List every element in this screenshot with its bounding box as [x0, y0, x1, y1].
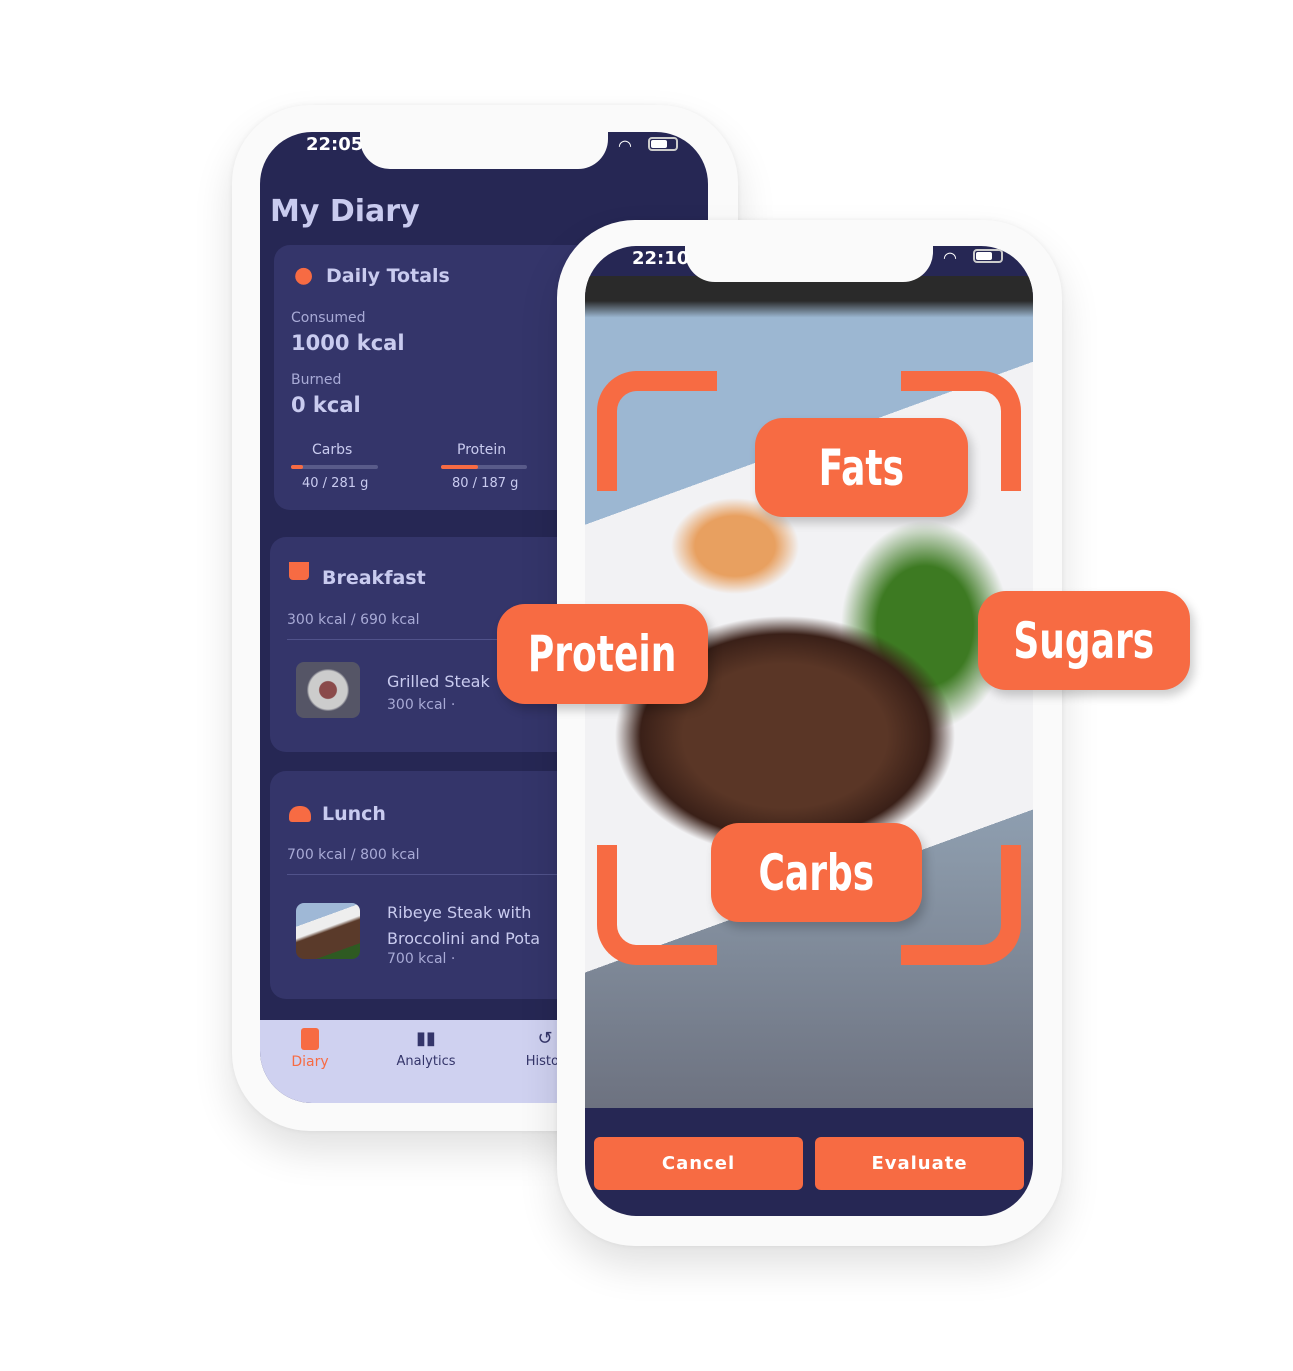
meal-name: Lunch — [322, 803, 386, 825]
cancel-button[interactable]: Cancel — [594, 1137, 803, 1190]
apple-icon: ● — [294, 263, 314, 288]
status-time: 22:05 — [306, 134, 364, 155]
status-time: 22:10 — [632, 248, 690, 269]
carbs-tag: Carbs — [711, 823, 922, 922]
nav-diary[interactable]: Diary — [280, 1028, 340, 1070]
wifi-icon: ◠ — [618, 136, 632, 155]
fats-tag: Fats — [755, 418, 968, 517]
sugars-tag: Sugars — [978, 591, 1190, 690]
scan-corner-top-left — [597, 371, 717, 491]
food-thumbnail — [296, 662, 360, 718]
lunch-card[interactable]: Lunch 700 kcal / 800 kcal Ribeye Steak w… — [270, 771, 607, 999]
burned-label: Burned — [291, 372, 342, 388]
protein-progress — [441, 465, 527, 469]
meal-kcal: 300 kcal / 690 kcal — [287, 612, 420, 628]
burger-icon — [289, 806, 311, 822]
evaluate-button[interactable]: Evaluate — [815, 1137, 1024, 1190]
food-name: Ribeye Steak with Broccolini and Pota — [387, 903, 541, 948]
nav-label: Analytics — [396, 1054, 456, 1069]
battery-icon — [973, 249, 1003, 263]
protein-tag: Protein — [497, 604, 708, 704]
coffee-cup-icon — [289, 562, 309, 580]
daily-totals-heading: Daily Totals — [326, 265, 450, 287]
scan-corner-bottom-left — [597, 845, 717, 965]
nav-label: Diary — [291, 1054, 329, 1070]
notch — [685, 246, 933, 282]
notch — [360, 132, 608, 169]
meal-name: Breakfast — [322, 567, 426, 589]
consumed-label: Consumed — [291, 310, 366, 326]
daily-totals-card: ● Daily Totals Consumed 1000 kcal Burned… — [274, 245, 594, 510]
burned-value: 0 kcal — [291, 393, 361, 417]
bar-chart-icon: ▮▮ — [416, 1028, 436, 1049]
nav-analytics[interactable]: ▮▮ Analytics — [390, 1028, 462, 1069]
protein-value: 80 / 187 g — [452, 476, 519, 491]
consumed-value: 1000 kcal — [291, 331, 405, 355]
food-kcal: 700 kcal · — [387, 951, 456, 967]
book-icon — [301, 1028, 319, 1050]
food-name: Grilled Steak — [387, 672, 490, 691]
carbs-value: 40 / 281 g — [302, 476, 369, 491]
carbs-progress — [291, 465, 378, 469]
meal-kcal: 700 kcal / 800 kcal — [287, 847, 420, 863]
page-title: My Diary — [270, 194, 420, 229]
food-kcal: 300 kcal · — [387, 697, 456, 713]
carbs-label: Carbs — [312, 442, 353, 458]
protein-label: Protein — [457, 442, 507, 458]
food-thumbnail — [296, 903, 360, 959]
wifi-icon: ◠ — [943, 248, 957, 267]
battery-icon — [648, 137, 678, 151]
